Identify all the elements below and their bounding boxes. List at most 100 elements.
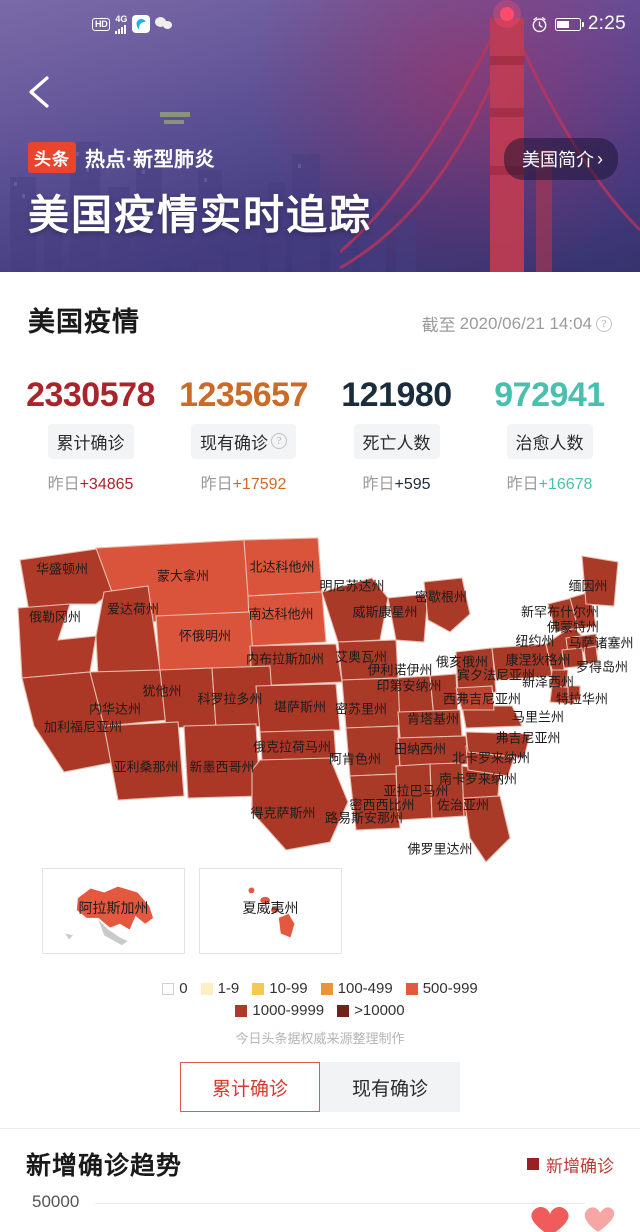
page-root: HD 4G 2:25 头条 热点·新型肺炎 美国疫情实时追踪 美国简介 › 美国… xyxy=(0,0,640,1232)
stat-delta: 昨日+16678 xyxy=(507,470,593,494)
trend-gridline xyxy=(95,1203,585,1204)
status-bar-clock: 2:25 xyxy=(587,13,626,34)
stat-delta-prefix: 昨日 xyxy=(362,475,395,493)
toggle-cumulative-confirmed[interactable]: 累计确诊 xyxy=(180,1062,320,1112)
state-label: 路易斯安那州 xyxy=(325,810,403,825)
toggle-active-confirmed[interactable]: 现有确诊 xyxy=(320,1062,460,1112)
state-label: 亚拉巴马州 xyxy=(383,783,448,798)
page-title: 美国疫情实时追踪 xyxy=(28,192,372,238)
stat-label: 现有确诊 ? xyxy=(191,423,296,459)
hero-banner: HD 4G 2:25 头条 热点·新型肺炎 美国疫情实时追踪 美国简介 › xyxy=(0,0,640,272)
state-idaho xyxy=(95,585,161,677)
state-label: 康涅狄格州 xyxy=(505,652,570,667)
stat-card-confirmed-active: 1235657 现有确诊 ? 昨日+17592 xyxy=(167,376,320,494)
stat-delta-value: +595 xyxy=(394,475,431,493)
legend-label: >10000 xyxy=(354,1002,405,1019)
legend-label: 1-9 xyxy=(217,980,240,997)
legend-row-1: 0 1-9 10-99 100-499 500-999 xyxy=(0,980,640,997)
stat-label: 累计确诊 xyxy=(47,423,134,459)
state-label: 加利福尼亚州 xyxy=(44,719,122,734)
status-bar: HD 4G 2:25 xyxy=(0,0,640,48)
state-label: 明尼苏达州 xyxy=(319,578,384,593)
stat-label-text: 现有确诊 xyxy=(200,433,268,453)
state-label: 华盛顿州 xyxy=(36,561,88,576)
state-label: 怀俄明州 xyxy=(179,628,231,643)
stat-delta: 昨日+17592 xyxy=(201,470,287,494)
state-label: 内华达州 xyxy=(89,701,141,716)
state-label: 特拉华州 xyxy=(556,691,608,706)
inset-label: 阿拉斯加州 xyxy=(78,899,149,916)
as-of-prefix: 截至 xyxy=(421,316,456,335)
legend-item: 10-99 xyxy=(252,980,308,997)
legend-row-2: 1000-9999 >10000 xyxy=(0,1002,640,1019)
us-map-graphic[interactable]: 华盛顿州 蒙大拿州 北达科他州明尼苏达州密歇根州 缅因州俄勒冈州 爱达荷州 南达科他州 威斯… xyxy=(0,520,640,870)
trend-title: 新增确诊趋势 xyxy=(26,1152,183,1180)
trend-legend[interactable]: 新增确诊 xyxy=(527,1152,614,1177)
map-credit: 今日头条据权威来源整理制作 xyxy=(235,1031,405,1046)
stat-delta-value: +16678 xyxy=(538,475,593,493)
stat-delta: 昨日+595 xyxy=(362,470,430,494)
state-label: 密苏里州 xyxy=(335,701,387,716)
legend-label: 1000-9999 xyxy=(252,1002,325,1019)
state-label: 俄克拉荷马州 xyxy=(253,739,331,754)
state-label: 伊利诺伊州 xyxy=(367,662,432,677)
state-label: 北卡罗来纳州 xyxy=(452,750,530,765)
stat-value: 121980 xyxy=(341,376,452,414)
state-label: 新墨西哥州 xyxy=(189,759,254,774)
state-label: 佐治亚州 xyxy=(437,797,489,812)
legend-swatch xyxy=(337,1004,350,1017)
us-choropleth-map[interactable]: 华盛顿州 蒙大拿州 北达科他州 明尼苏达州 密歇根州 缅因州 俄勒冈州 爱达荷州 南达科他州 威斯… xyxy=(0,520,640,870)
state-label: 得克萨斯州 xyxy=(250,805,315,820)
legend-swatch xyxy=(320,982,333,995)
stat-value: 972941 xyxy=(494,376,605,414)
stat-label-text: 累计确诊 xyxy=(56,433,125,453)
stat-delta-prefix: 昨日 xyxy=(200,475,233,493)
state-label: 肯塔基州 xyxy=(407,711,459,726)
stat-value: 2330578 xyxy=(26,376,155,414)
legend-item: 500-999 xyxy=(405,980,478,997)
state-label: 新泽西州 xyxy=(522,674,574,689)
back-chevron-icon[interactable] xyxy=(22,72,58,112)
map-insets: 阿拉斯加州 夏威夷州 xyxy=(0,868,640,954)
toutiao-badge: 头条 xyxy=(28,142,76,173)
stat-label: 治愈人数 xyxy=(506,423,593,459)
as-of-value: 2020/06/21 14:04 xyxy=(459,313,592,333)
hd-icon: HD xyxy=(92,17,111,31)
banner-tag-row: 头条 热点·新型肺炎 xyxy=(28,142,215,173)
legend-item: 0 xyxy=(162,980,188,997)
chevron-right-icon: › xyxy=(597,148,603,169)
state-label: 马萨诸塞州 xyxy=(568,635,633,650)
state-label: 爱达荷州 xyxy=(107,601,159,616)
country-intro-button[interactable]: 美国简介 › xyxy=(504,138,618,180)
state-label: 密歇根州 xyxy=(415,589,467,604)
stat-label-text: 死亡人数 xyxy=(362,433,431,453)
stat-label: 死亡人数 xyxy=(353,423,440,459)
alarm-clock-icon xyxy=(532,16,547,32)
state-label: 俄勒冈州 xyxy=(29,609,81,624)
stat-delta-value: +17592 xyxy=(232,475,287,493)
stat-delta-value: +34865 xyxy=(79,475,134,493)
stat-delta: 昨日+34865 xyxy=(48,470,134,494)
state-label: 印第安纳州 xyxy=(376,678,441,693)
state-label: 弗吉尼亚州 xyxy=(495,730,560,745)
question-mark-icon[interactable]: ? xyxy=(271,433,287,450)
map-metric-toggle-group: 累计确诊 现有确诊 xyxy=(0,1062,640,1112)
legend-swatch xyxy=(252,982,265,995)
overview-title: 美国疫情 xyxy=(28,307,140,337)
inset-alaska[interactable]: 阿拉斯加州 xyxy=(42,868,185,954)
qq-app-icon xyxy=(132,15,151,33)
status-bar-right: 2:25 xyxy=(531,13,626,35)
legend-swatch xyxy=(200,982,213,995)
overview-header: 美国疫情 截至 2020/06/21 14:04 ? xyxy=(0,300,640,339)
stat-value: 1235657 xyxy=(179,376,308,414)
map-legend: 0 1-9 10-99 100-499 500-999 1000-9999 >1… xyxy=(0,980,640,1047)
state-label: 罗得岛州 xyxy=(576,659,628,674)
legend-label: 0 xyxy=(179,980,188,997)
stat-delta-prefix: 昨日 xyxy=(47,475,80,493)
legend-label: 500-999 xyxy=(422,980,478,997)
question-mark-icon[interactable]: ? xyxy=(596,315,612,332)
state-label: 新罕布什尔州 xyxy=(521,604,599,619)
state-label: 南达科他州 xyxy=(248,606,313,621)
state-label: 田纳西州 xyxy=(394,741,446,756)
inset-hawaii[interactable]: 夏威夷州 xyxy=(199,868,342,954)
